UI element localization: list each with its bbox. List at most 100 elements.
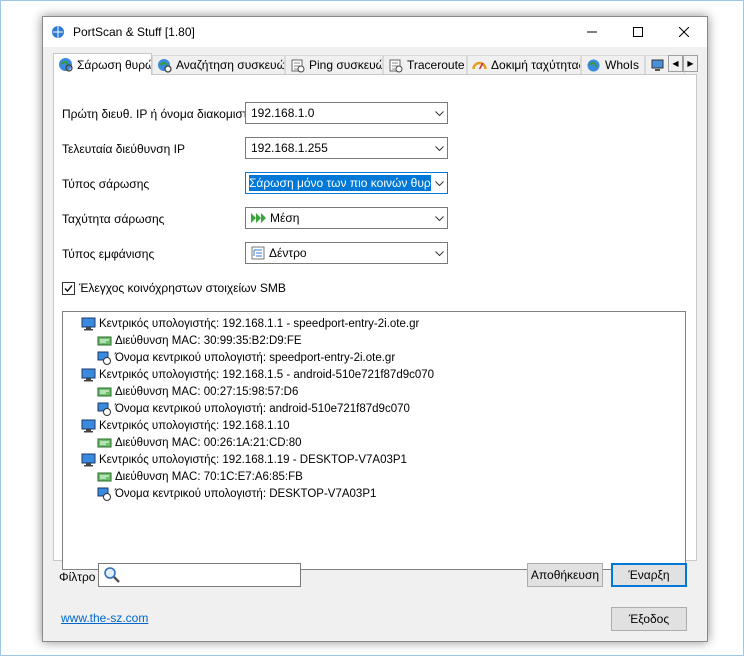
tree-node-host[interactable]: Κεντρικός υπολογιστής: 192.168.1.19 - DE… (81, 452, 407, 468)
scan-type-combo[interactable]: Σάρωση μόνο των πιο κοινών θυρών (245, 172, 448, 194)
close-icon (679, 27, 689, 37)
title-bar: PortScan & Stuff [1.80] (43, 17, 707, 47)
start-button[interactable]: Έναρξη (611, 563, 687, 587)
chevron-down-icon (431, 138, 447, 158)
results-tree[interactable]: Κεντρικός υπολογιστής: 192.168.1.1 - spe… (62, 311, 686, 570)
mac-icon (97, 438, 112, 448)
ping-icon (291, 59, 305, 72)
filter-label: Φίλτρο (59, 570, 96, 584)
computer-icon (81, 453, 96, 467)
hostname-icon (97, 402, 111, 416)
display-type-combo[interactable]: Δέντρο (245, 242, 448, 264)
arrow-left-icon: ◀ (672, 59, 679, 68)
tree-node-host[interactable]: Κεντρικός υπολογιστής: 192.168.1.1 - spe… (81, 316, 419, 332)
tab-ping[interactable]: Ping συσκευών (285, 55, 383, 74)
display-type-value: Δέντρο (269, 246, 307, 260)
tab-label: Traceroute (407, 58, 465, 72)
chevron-down-icon (431, 243, 447, 263)
tab-scroll-left-button[interactable]: ◀ (668, 55, 683, 72)
scan-type-value: Σάρωση μόνο των πιο κοινών θυρών (249, 175, 431, 191)
maximize-button[interactable] (615, 17, 661, 47)
computer-icon (81, 419, 96, 433)
tab-scroll-right-button[interactable]: ▶ (683, 55, 698, 72)
tab-label: Αναζήτηση συσκευών (176, 58, 285, 72)
tree-node-text: Διεύθυνση MAC: 30:99:35:B2:D9:FE (115, 335, 302, 347)
last-ip-value: 192.168.1.255 (251, 141, 328, 155)
tab-speed-test[interactable]: Δοκιμή ταχύτητας (467, 55, 581, 74)
last-ip-combo[interactable]: 192.168.1.255 (245, 137, 448, 159)
search-icon (104, 567, 120, 583)
tab-label: Σάρωση θυρών (77, 57, 151, 72)
first-ip-combo[interactable]: 192.168.1.0 (245, 102, 448, 124)
tab-device-search[interactable]: Αναζήτηση συσκευών (152, 55, 285, 74)
tree-node-host[interactable]: Κεντρικός υπολογιστής: 192.168.1.10 (81, 418, 290, 434)
smb-check-row[interactable]: Έλεγχος κοινόχρηστων στοιχείων SMB (62, 281, 286, 295)
tree-view-icon (251, 246, 265, 260)
tab-traceroute[interactable]: Traceroute (383, 55, 467, 74)
scan-speed-combo[interactable]: Μέση (245, 207, 448, 229)
tree-node-hostname[interactable]: Όνομα κεντρικού υπολογιστή: android-510e… (97, 401, 410, 417)
first-ip-label: Πρώτη διευθ. IP ή όνομα διακομιστή (62, 107, 255, 121)
tree-node-mac[interactable]: Διεύθυνση MAC: 30:99:35:B2:D9:FE (97, 333, 302, 349)
tree-node-text: Όνομα κεντρικού υπολογιστή: android-510e… (115, 403, 410, 415)
tree-node-text: Διεύθυνση MAC: 00:26:1A:21:CD:80 (115, 437, 302, 449)
filter-input[interactable] (98, 563, 301, 587)
smb-checkbox[interactable] (62, 281, 75, 295)
tab-port-scan[interactable]: Σάρωση θυρών (53, 53, 152, 75)
app-window: PortScan & Stuff [1.80] Σάρωση θυρών Ανα… (42, 16, 708, 642)
tree-node-text: Κεντρικός υπολογιστής: 192.168.1.19 - DE… (99, 454, 407, 466)
tab-strip: Σάρωση θυρών Αναζήτηση συσκευών Ping συσ… (53, 53, 699, 75)
tree-node-text: Κεντρικός υπολογιστής: 192.168.1.10 (99, 420, 290, 432)
tree-node-text: Διεύθυνση MAC: 00:27:15:98:57:D6 (115, 386, 299, 398)
tree-node-text: Κεντρικός υπολογιστής: 192.168.1.1 - spe… (99, 318, 420, 330)
smb-check-label: Έλεγχος κοινόχρηστων στοιχείων SMB (79, 281, 286, 295)
tab-label: Ping συσκευών (309, 58, 383, 72)
computer-icon (81, 317, 96, 331)
tree-node-mac[interactable]: Διεύθυνση MAC: 00:27:15:98:57:D6 (97, 384, 298, 400)
minimize-button[interactable] (569, 17, 615, 47)
tab-whois[interactable]: WhoIs (581, 55, 645, 74)
tree-node-text: Όνομα κεντρικού υπολογιστή: DESKTOP-V7A0… (115, 488, 377, 500)
maximize-icon (633, 27, 643, 37)
mac-icon (97, 387, 112, 397)
tab-label: Δοκιμή ταχύτητας (491, 58, 581, 72)
globe-scan-icon (59, 58, 73, 72)
exit-button[interactable]: Έξοδος (611, 607, 687, 631)
save-button[interactable]: Αποθήκευση (527, 563, 603, 587)
tree-node-text: Διεύθυνση MAC: 70:1C:E7:A6:85:FB (115, 471, 303, 483)
checkmark-icon (64, 284, 73, 292)
tree-node-text: Κεντρικός υπολογιστής: 192.168.1.5 - and… (99, 369, 435, 381)
traceroute-icon (389, 59, 403, 72)
chevron-down-icon (431, 173, 447, 193)
app-icon (52, 26, 64, 38)
tree-node-mac[interactable]: Διεύθυνση MAC: 00:26:1A:21:CD:80 (97, 435, 302, 451)
website-link[interactable]: www.the-sz.com (61, 611, 148, 625)
tree-node-hostname[interactable]: Όνομα κεντρικού υπολογιστή: DESKTOP-V7A0… (97, 486, 376, 502)
globe-search-icon (158, 58, 172, 73)
mac-icon (97, 336, 112, 346)
mac-icon (97, 472, 112, 482)
tab-label: WhoIs (605, 58, 640, 72)
scan-speed-label: Ταχύτητα σάρωσης (62, 212, 165, 226)
scan-type-label: Τύπος σάρωσης (62, 177, 150, 191)
first-ip-value: 192.168.1.0 (251, 106, 315, 120)
arrow-right-icon: ▶ (687, 59, 694, 68)
tree-node-text: Όνομα κεντρικού υπολογιστή: speedport-en… (115, 352, 396, 364)
tree-node-mac[interactable]: Διεύθυνση MAC: 70:1C:E7:A6:85:FB (97, 469, 303, 485)
speed-gauge-icon (472, 61, 487, 69)
dns-icon (651, 59, 664, 71)
hostname-icon (97, 487, 111, 501)
display-type-label: Τύπος εμφάνισης (62, 247, 155, 261)
hostname-icon (97, 351, 111, 365)
port-scan-panel: Πρώτη διευθ. IP ή όνομα διακομιστή 192.1… (53, 74, 697, 570)
chevron-down-icon (431, 208, 447, 228)
close-button[interactable] (661, 17, 707, 47)
scan-speed-value: Μέση (270, 211, 300, 225)
minimize-icon (587, 31, 597, 33)
window-title: PortScan & Stuff [1.80] (73, 25, 195, 39)
tree-node-host[interactable]: Κεντρικός υπολογιστής: 192.168.1.5 - and… (81, 367, 434, 383)
tree-node-hostname[interactable]: Όνομα κεντρικού υπολογιστή: speedport-en… (97, 350, 395, 366)
last-ip-label: Τελευταία διεύθυνση IP (62, 142, 185, 156)
chevron-down-icon (431, 103, 447, 123)
computer-icon (81, 368, 96, 382)
